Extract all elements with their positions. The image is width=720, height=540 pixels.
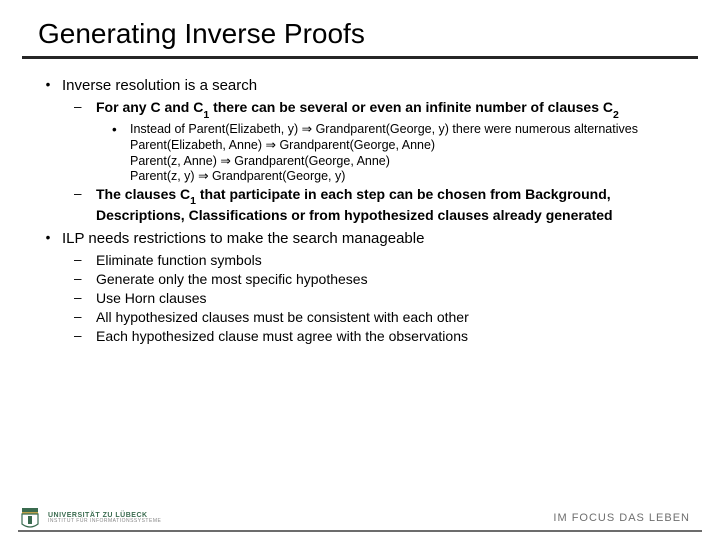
slide-title: Generating Inverse Proofs — [34, 18, 686, 50]
content-area: • Inverse resolution is a search – For a… — [34, 77, 686, 345]
bullet-1-sub-1-text: For any C and C1 there can be several or… — [96, 99, 686, 120]
text-fragment: For any C and C — [96, 99, 203, 115]
example-line-1: Parent(Elizabeth, Anne) ⇒ Grandparent(Ge… — [130, 138, 686, 153]
text-fragment: there can be several or even an infinite… — [209, 99, 613, 115]
footer-rule — [18, 530, 702, 532]
institute-name: INSTITUT FÜR INFORMATIONSSYSTEME — [48, 519, 161, 524]
example-lead-text: Instead of Parent(Elizabeth, y) ⇒ Grandp… — [130, 122, 686, 138]
bullet-1-example-lead: • Instead of Parent(Elizabeth, y) ⇒ Gran… — [112, 122, 686, 138]
bullet-1-sub-1: – For any C and C1 there can be several … — [74, 99, 686, 120]
example-line-3: Parent(z, y) ⇒ Grandparent(George, y) — [130, 169, 686, 184]
restriction-5-text: Each hypothesized clause must agree with… — [96, 328, 686, 345]
slide: Generating Inverse Proofs • Inverse reso… — [0, 0, 720, 540]
bullet-1-sub-2-text: The clauses C1 that participate in each … — [96, 186, 686, 224]
bullet-dash-icon: – — [74, 271, 96, 288]
restriction-4-text: All hypothesized clauses must be consist… — [96, 309, 686, 326]
bullet-1: • Inverse resolution is a search — [34, 77, 686, 95]
university-branding: UNIVERSITÄT ZU LÜBECK INSTITUT FÜR INFOR… — [18, 506, 161, 530]
restriction-1: – Eliminate function symbols — [74, 252, 686, 269]
subscript: 1 — [203, 109, 209, 121]
bullet-dot-icon: • — [34, 230, 62, 248]
bullet-2: • ILP needs restrictions to make the sea… — [34, 230, 686, 248]
bullet-1-text: Inverse resolution is a search — [62, 77, 686, 95]
text-fragment: The clauses C — [96, 186, 190, 202]
bullet-dash-icon: – — [74, 290, 96, 307]
bullet-dash-icon: – — [74, 252, 96, 269]
bullet-dash-icon: – — [74, 99, 96, 120]
restriction-2: – Generate only the most specific hypoth… — [74, 271, 686, 288]
subscript: 2 — [613, 109, 619, 121]
bullet-dash-icon: – — [74, 328, 96, 345]
bullet-dash-icon: – — [74, 186, 96, 224]
footer-motto: IM FOCUS DAS LEBEN — [553, 512, 690, 524]
restriction-3-text: Use Horn clauses — [96, 290, 686, 307]
bullet-2-text: ILP needs restrictions to make the searc… — [62, 230, 686, 248]
restriction-3: – Use Horn clauses — [74, 290, 686, 307]
title-rule — [22, 56, 698, 59]
bullet-dot-icon: • — [34, 77, 62, 95]
bullet-dot-icon: • — [112, 122, 130, 138]
university-logo-icon — [18, 506, 42, 530]
restriction-1-text: Eliminate function symbols — [96, 252, 686, 269]
footer: UNIVERSITÄT ZU LÜBECK INSTITUT FÜR INFOR… — [0, 496, 720, 540]
restriction-4: – All hypothesized clauses must be consi… — [74, 309, 686, 326]
bullet-dash-icon: – — [74, 309, 96, 326]
restriction-2-text: Generate only the most specific hypothes… — [96, 271, 686, 288]
subscript: 1 — [190, 195, 196, 207]
example-line-2: Parent(z, Anne) ⇒ Grandparent(George, An… — [130, 154, 686, 169]
restriction-5: – Each hypothesized clause must agree wi… — [74, 328, 686, 345]
university-text: UNIVERSITÄT ZU LÜBECK INSTITUT FÜR INFOR… — [48, 512, 161, 525]
bullet-1-sub-2: – The clauses C1 that participate in eac… — [74, 186, 686, 224]
